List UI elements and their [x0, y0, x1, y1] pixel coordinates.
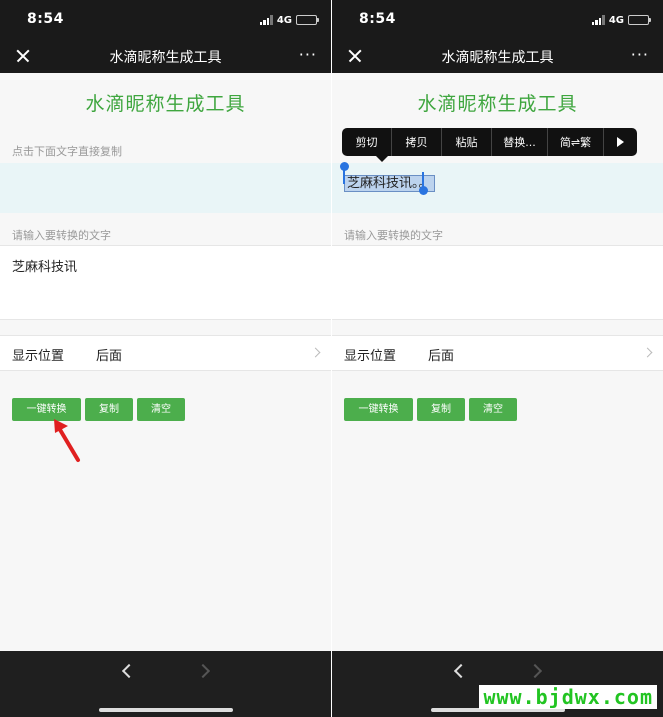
browser-toolbar: [0, 651, 331, 717]
status-time: 8:54: [27, 11, 64, 27]
network-label: 4G: [276, 14, 292, 26]
status-bar: 8:54 4G: [332, 0, 663, 40]
text-input[interactable]: [332, 245, 663, 320]
position-label: 显示位置: [12, 349, 65, 364]
nav-bar: 水滴昵称生成工具 ···: [0, 40, 331, 73]
back-icon[interactable]: [121, 663, 137, 679]
context-menu: 剪切 拷贝 粘贴 替换... 简⇌繁: [342, 128, 637, 162]
page-title: 水滴昵称生成工具: [417, 93, 578, 115]
menu-item-copy[interactable]: 拷贝: [392, 128, 442, 156]
red-arrow-icon: [54, 419, 80, 462]
menu-item-cut[interactable]: 剪切: [342, 128, 392, 156]
copy-button[interactable]: 复制: [85, 398, 133, 421]
page-title: 水滴昵称生成工具: [85, 93, 246, 115]
more-icon[interactable]: ···: [631, 47, 649, 63]
more-icon[interactable]: ···: [299, 47, 317, 63]
status-time: 8:54: [359, 11, 396, 27]
position-value: 后面: [96, 349, 123, 364]
watermark: www.bjdwx.com: [479, 685, 657, 709]
home-indicator[interactable]: [98, 708, 233, 712]
chevron-right-icon: [310, 347, 321, 358]
menu-more-button[interactable]: [604, 128, 637, 156]
input-hint: 请输入要转换的文字: [12, 229, 111, 242]
selection-end-stem: [422, 172, 424, 188]
input-hint: 请输入要转换的文字: [344, 229, 443, 242]
nav-bar: 水滴昵称生成工具 ···: [332, 40, 663, 73]
result-box[interactable]: [0, 163, 331, 213]
signal-icon: [591, 15, 605, 25]
signal-icon: [259, 15, 273, 25]
status-bar: 8:54 4G: [0, 0, 331, 40]
nav-title: 水滴昵称生成工具: [109, 50, 222, 66]
screen-left: 8:54 4G 水滴昵称生成工具 ··· 水滴昵称生成工具 点击下面文字直接复制…: [0, 0, 331, 717]
status-icons: 4G: [591, 13, 651, 27]
copy-button[interactable]: 复制: [417, 398, 465, 421]
battery-icon: [296, 15, 319, 25]
forward-icon[interactable]: [527, 663, 543, 679]
position-label: 显示位置: [344, 349, 397, 364]
selection-start-stem: [343, 168, 345, 184]
status-icons: 4G: [259, 13, 319, 27]
forward-icon[interactable]: [195, 663, 211, 679]
position-selector[interactable]: 显示位置 后面: [0, 335, 331, 371]
battery-icon: [628, 15, 651, 25]
convert-button[interactable]: 一键转换: [344, 398, 413, 421]
clear-button[interactable]: 清空: [469, 398, 517, 421]
screen-right: 8:54 4G 水滴昵称生成工具 ··· 水滴昵称生成工具 芝麻科技讯。。 剪切…: [332, 0, 663, 717]
clear-button[interactable]: 清空: [137, 398, 185, 421]
result-box[interactable]: 芝麻科技讯。。: [332, 163, 663, 213]
play-icon: [617, 137, 624, 147]
menu-item-replace[interactable]: 替换...: [492, 128, 548, 156]
position-selector[interactable]: 显示位置 后面: [332, 335, 663, 371]
position-value: 后面: [428, 349, 455, 364]
nav-title: 水滴昵称生成工具: [441, 50, 554, 66]
back-icon[interactable]: [453, 663, 469, 679]
chevron-right-icon: [642, 347, 653, 358]
copy-hint: 点击下面文字直接复制: [12, 145, 122, 158]
network-label: 4G: [608, 14, 624, 26]
menu-item-convert-script[interactable]: 简⇌繁: [548, 128, 604, 156]
menu-item-paste[interactable]: 粘贴: [442, 128, 492, 156]
text-input[interactable]: 芝麻科技讯: [0, 245, 331, 320]
input-value: 芝麻科技讯: [12, 260, 78, 275]
